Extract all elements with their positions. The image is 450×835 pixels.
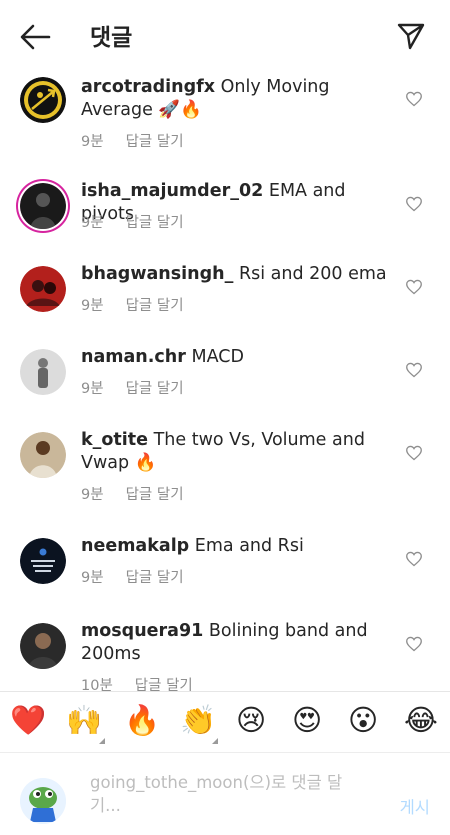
comment-text: mosquera91 Bolining band and 200ms bbox=[81, 620, 391, 666]
reply-button[interactable]: 답글 달기 bbox=[135, 678, 193, 691]
heart-icon[interactable] bbox=[405, 636, 423, 652]
comment-meta: 9분 답글 달기 bbox=[81, 130, 184, 151]
comment-body: Ema and Rsi bbox=[194, 536, 304, 556]
skin-tone-indicator bbox=[99, 738, 105, 744]
comment-meta: 9분 답글 달기 bbox=[81, 566, 184, 587]
comment-time: 9분 bbox=[81, 215, 104, 231]
emoji-tears-of-joy[interactable]: 😂 bbox=[404, 702, 438, 738]
reply-button[interactable]: 답글 달기 bbox=[126, 134, 184, 150]
avatar[interactable] bbox=[20, 266, 66, 312]
comment-meta: 9분 답글 달기 bbox=[81, 377, 184, 398]
comment-time: 9분 bbox=[81, 134, 104, 150]
comment-username[interactable]: mosquera91 bbox=[81, 621, 203, 641]
comment-composer: going_tothe_moon(으)로 댓글 달기... 게시 bbox=[0, 753, 450, 835]
avatar[interactable] bbox=[20, 623, 66, 669]
comment-text: arcotradingfx Only Moving Average 🚀🔥 bbox=[81, 76, 391, 122]
emoji-heart[interactable]: ❤️ bbox=[10, 702, 46, 738]
heart-icon[interactable] bbox=[405, 196, 423, 212]
avatar[interactable] bbox=[20, 183, 66, 229]
comment-meta: 10분 답글 달기 bbox=[81, 674, 193, 691]
comment-meta: 9분 답글 달기 bbox=[81, 211, 184, 232]
comment-username[interactable]: neemakalp bbox=[81, 536, 189, 556]
avatar[interactable] bbox=[20, 349, 66, 395]
comment-time: 9분 bbox=[81, 570, 104, 586]
comment-time: 9분 bbox=[81, 381, 104, 397]
comment-username[interactable]: isha_majumder_02 bbox=[81, 181, 263, 201]
arrow-left-icon[interactable] bbox=[18, 22, 52, 52]
emoji-surprised-face[interactable]: 😮 bbox=[348, 702, 378, 738]
emoji-heart-eyes[interactable]: 😍 bbox=[292, 702, 322, 738]
page-title: 댓글 bbox=[90, 25, 133, 51]
comment-text: k_otite The two Vs, Volume and Vwap 🔥 bbox=[81, 429, 391, 475]
emoji-clapping-hands[interactable]: 👏 bbox=[180, 702, 216, 738]
emoji-reaction-bar: ❤️ 🙌 🔥 👏 😢 😍 😮 😂 bbox=[0, 692, 450, 752]
emoji-raised-hands[interactable]: 🙌 bbox=[66, 702, 102, 738]
heart-icon[interactable] bbox=[405, 279, 423, 295]
comment-list[interactable]: arcotradingfx Only Moving Average 🚀🔥 9분답… bbox=[0, 70, 450, 691]
skin-tone-indicator bbox=[212, 738, 218, 744]
emoji-crying-face[interactable]: 😢 bbox=[236, 702, 266, 738]
comment-body: MACD bbox=[191, 347, 244, 367]
current-user-avatar bbox=[20, 778, 66, 824]
avatar[interactable] bbox=[20, 77, 66, 123]
comment-time: 9분 bbox=[81, 487, 104, 503]
comment-input[interactable]: going_tothe_moon(으)로 댓글 달기... bbox=[90, 771, 350, 817]
comment-text: bhagwansingh_ Rsi and 200 ema bbox=[81, 263, 391, 286]
comment-body: Rsi and 200 ema bbox=[238, 264, 387, 284]
comment-meta: 9분 답글 달기 bbox=[81, 483, 184, 504]
heart-icon[interactable] bbox=[405, 91, 423, 107]
comment-meta: 9분 답글 달기 bbox=[81, 294, 184, 315]
reply-button[interactable]: 답글 달기 bbox=[126, 215, 184, 231]
avatar[interactable] bbox=[20, 538, 66, 584]
reply-button[interactable]: 답글 달기 bbox=[126, 487, 184, 503]
avatar[interactable] bbox=[20, 432, 66, 478]
post-button[interactable]: 게시 bbox=[400, 794, 430, 818]
emoji-fire[interactable]: 🔥 bbox=[124, 702, 160, 738]
comment-time: 9분 bbox=[81, 298, 104, 314]
header-bar: 댓글 bbox=[0, 0, 450, 70]
reply-button[interactable]: 답글 달기 bbox=[126, 570, 184, 586]
comment-text: neemakalp Ema and Rsi bbox=[81, 535, 391, 558]
comment-username[interactable]: naman.chr bbox=[81, 347, 186, 367]
heart-icon[interactable] bbox=[405, 551, 423, 567]
reply-button[interactable]: 답글 달기 bbox=[126, 381, 184, 397]
paper-plane-icon[interactable] bbox=[396, 22, 426, 50]
comment-username[interactable]: arcotradingfx bbox=[81, 77, 215, 97]
reply-button[interactable]: 답글 달기 bbox=[126, 298, 184, 314]
heart-icon[interactable] bbox=[405, 362, 423, 378]
comment-username[interactable]: bhagwansingh_ bbox=[81, 264, 233, 284]
heart-icon[interactable] bbox=[405, 445, 423, 461]
comment-time: 10분 bbox=[81, 678, 113, 691]
comment-text: naman.chr MACD bbox=[81, 346, 391, 369]
comment-username[interactable]: k_otite bbox=[81, 430, 148, 450]
